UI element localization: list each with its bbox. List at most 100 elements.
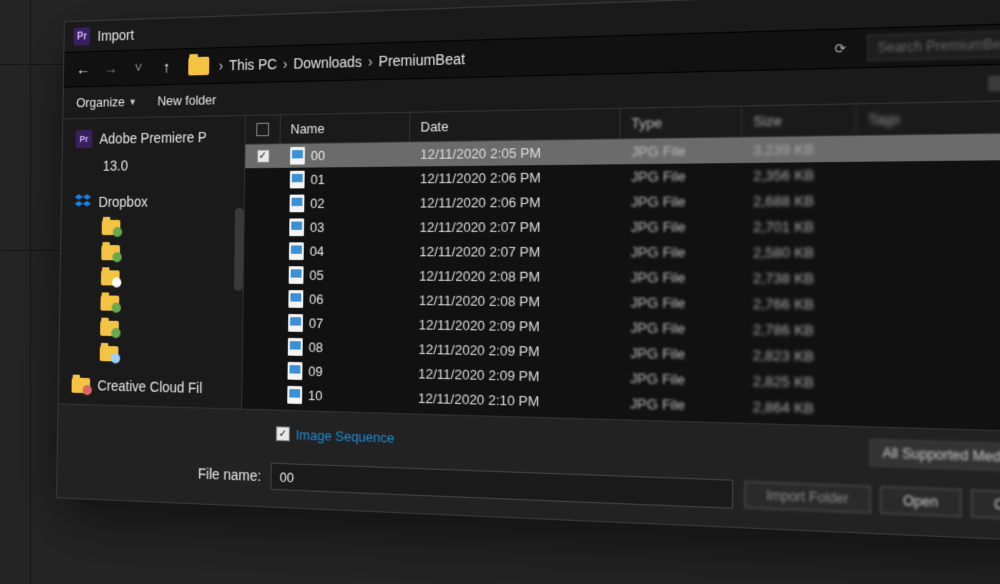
sidebar-item-dropbox[interactable]: Dropbox	[62, 188, 244, 215]
filename-label: File name:	[198, 465, 261, 484]
file-size: 2,864 KB	[741, 398, 856, 418]
file-icon	[289, 218, 304, 236]
folder-icon	[102, 220, 121, 235]
col-size[interactable]: Size	[742, 104, 857, 136]
col-date[interactable]: Date	[410, 109, 620, 141]
file-date: 12/11/2020 2:08 PM	[409, 268, 620, 286]
file-type: JPG File	[620, 142, 742, 160]
image-sequence-label[interactable]: Image Sequence	[296, 426, 395, 445]
file-icon	[289, 195, 304, 213]
file-name: 04	[310, 243, 325, 259]
file-size: 2,701 KB	[742, 218, 857, 235]
crumb-premiumbeat[interactable]: PremiumBeat	[379, 50, 466, 69]
file-name: 00	[311, 148, 325, 164]
crumb-this-pc[interactable]: This PC	[229, 56, 277, 74]
file-date: 12/11/2020 2:08 PM	[409, 292, 620, 310]
file-type: JPG File	[620, 244, 742, 261]
file-date: 12/11/2020 2:06 PM	[409, 194, 620, 211]
file-size: 2,738 KB	[742, 270, 857, 288]
file-size: 2,786 KB	[742, 321, 857, 340]
file-size: 2,825 KB	[741, 372, 856, 391]
col-tags[interactable]: Tags	[856, 100, 1000, 135]
file-name: 07	[309, 315, 324, 331]
nav-forward-button[interactable]: →	[99, 55, 123, 82]
col-name[interactable]: Name	[281, 113, 411, 143]
sidebar-item-folder[interactable]	[61, 240, 244, 266]
sidebar-item-version[interactable]: 13.0	[62, 151, 244, 179]
sidebar-item-label: Creative Cloud Fil	[97, 377, 202, 396]
file-row[interactable]: 0212/11/2020 2:06 PMJPG File2,688 KB	[245, 186, 1000, 215]
sidebar-item-folder[interactable]	[60, 290, 243, 318]
file-size: 3,239 KB	[742, 140, 857, 158]
import-folder-button[interactable]: Import Folder	[744, 481, 871, 513]
file-date: 12/11/2020 2:09 PM	[408, 341, 619, 361]
file-type: JPG File	[619, 294, 741, 312]
file-icon	[289, 266, 304, 284]
file-name: 08	[309, 339, 324, 355]
dropbox-icon	[74, 194, 91, 210]
file-icon	[288, 314, 303, 332]
open-button[interactable]: Open	[880, 486, 961, 517]
crumb-downloads[interactable]: Downloads	[293, 53, 362, 71]
premiere-app-icon: Pr	[74, 27, 91, 45]
file-icon	[288, 338, 303, 356]
file-date: 12/11/2020 2:07 PM	[409, 219, 620, 235]
col-type[interactable]: Type	[620, 107, 742, 139]
file-type-filter[interactable]: All Supported Media	[869, 439, 1000, 473]
file-row[interactable]: 0312/11/2020 2:07 PMJPG File2,701 KB	[244, 213, 1000, 240]
new-folder-button[interactable]: New folder	[157, 92, 216, 108]
sidebar-scrollbar[interactable]	[234, 208, 244, 290]
file-list: Name Date Type Size Tags ✓ 00 12/11/2020 2…	[242, 100, 1000, 432]
sidebar-item-label: 13.0	[103, 157, 128, 173]
chevron-right-icon: ›	[283, 55, 288, 72]
sidebar-item-folder[interactable]	[60, 315, 243, 343]
sidebar-item-folder[interactable]	[61, 214, 243, 240]
nav-recent-button[interactable]: ˅	[126, 54, 151, 81]
window-title: Import	[97, 27, 134, 44]
view-options-icon[interactable]	[988, 75, 1000, 91]
file-date: 12/11/2020 2:05 PM	[410, 144, 620, 163]
chevron-down-icon: ▼	[128, 96, 136, 106]
sidebar-item-premiere[interactable]: Pr Adobe Premiere P	[63, 122, 245, 153]
file-name: 06	[309, 291, 324, 307]
file-name: 03	[310, 219, 325, 235]
sidebar-item-label: Dropbox	[98, 194, 147, 210]
folder-icon	[101, 270, 120, 285]
file-icon	[290, 171, 305, 189]
select-all-checkbox[interactable]	[256, 123, 269, 137]
breadcrumb: › This PC › Downloads › PremiumBeat	[219, 50, 466, 73]
file-size: 2,823 KB	[741, 347, 856, 366]
file-icon	[288, 290, 303, 308]
file-type: JPG File	[620, 193, 742, 210]
chevron-right-icon: ›	[368, 53, 373, 70]
cancel-button[interactable]: Cancel	[971, 490, 1000, 522]
sidebar-item-creative-cloud[interactable]: Creative Cloud Fil	[59, 371, 242, 402]
filename-input[interactable]	[271, 463, 733, 509]
nav-up-button[interactable]: ↑	[154, 53, 179, 80]
file-name: 10	[308, 387, 323, 403]
nav-back-button[interactable]: ←	[71, 56, 95, 83]
organize-label: Organize	[76, 94, 125, 110]
file-date: 12/11/2020 2:06 PM	[410, 169, 620, 187]
file-icon	[287, 362, 302, 380]
file-name: 01	[310, 172, 324, 188]
row-checkbox[interactable]: ✓	[256, 149, 269, 163]
file-type: JPG File	[619, 345, 741, 364]
sidebar: Pr Adobe Premiere P 13.0 Dropbox	[58, 116, 245, 409]
file-icon	[289, 242, 304, 260]
file-type: JPG File	[619, 370, 741, 389]
search-input[interactable]: Search PremiumBeat	[867, 29, 1000, 62]
breadcrumb-refresh-icon[interactable]: ⟳	[827, 40, 853, 56]
sidebar-item-folder[interactable]	[60, 265, 243, 292]
folder-icon	[100, 346, 119, 362]
file-date: 12/11/2020 2:09 PM	[408, 365, 619, 386]
organize-button[interactable]: Organize ▼	[76, 94, 137, 110]
image-sequence-checkbox[interactable]: ✓	[276, 426, 290, 441]
file-type: JPG File	[619, 395, 741, 415]
file-icon	[287, 386, 302, 404]
file-type: JPG File	[619, 319, 741, 337]
folder-icon	[100, 295, 119, 310]
file-size: 2,766 KB	[742, 295, 857, 313]
file-name: 05	[309, 267, 324, 283]
folder-icon	[188, 57, 209, 76]
